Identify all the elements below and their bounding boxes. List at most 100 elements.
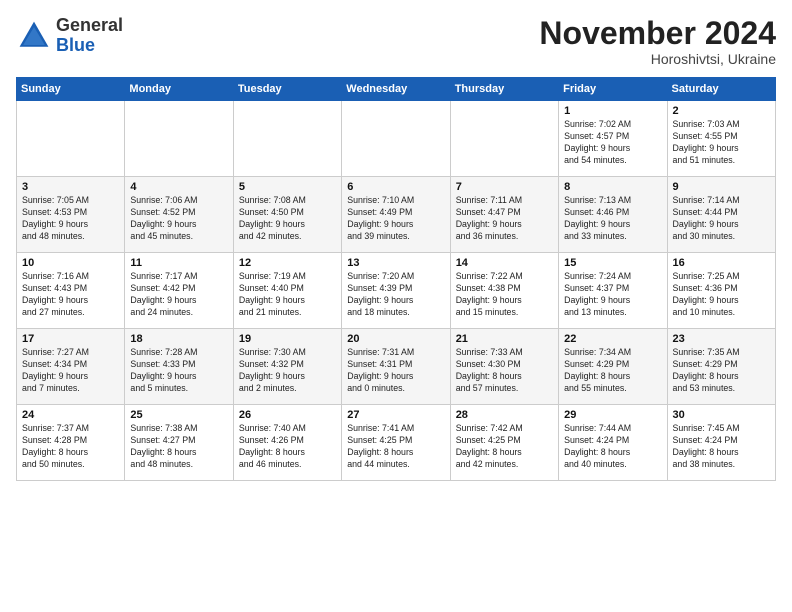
day-number: 27: [347, 409, 444, 421]
day-info: Sunrise: 7:11 AM Sunset: 4:47 PM Dayligh…: [456, 195, 553, 243]
day-info: Sunrise: 7:25 AM Sunset: 4:36 PM Dayligh…: [673, 271, 770, 319]
table-row: 8 Sunrise: 7:13 AM Sunset: 4:46 PM Daylig…: [559, 177, 667, 253]
day-info: Sunrise: 7:05 AM Sunset: 4:53 PM Dayligh…: [22, 195, 119, 243]
day-number: 3: [22, 181, 119, 193]
table-row: [125, 101, 233, 177]
day-info: Sunrise: 7:44 AM Sunset: 4:24 PM Dayligh…: [564, 423, 661, 471]
title-block: November 2024 Horoshivtsi, Ukraine: [539, 16, 776, 67]
day-number: 11: [130, 257, 227, 269]
day-info: Sunrise: 7:13 AM Sunset: 4:46 PM Dayligh…: [564, 195, 661, 243]
table-row: 9Sunrise: 7:14 AM Sunset: 4:44 PM Daylig…: [667, 177, 775, 253]
table-row: 4 Sunrise: 7:06 AM Sunset: 4:52 PM Daylig…: [125, 177, 233, 253]
day-info: Sunrise: 7:24 AM Sunset: 4:37 PM Dayligh…: [564, 271, 661, 319]
calendar-week-5: 24Sunrise: 7:37 AM Sunset: 4:28 PM Dayli…: [17, 405, 776, 481]
day-number: 19: [239, 333, 336, 345]
location: Horoshivtsi, Ukraine: [539, 51, 776, 67]
day-info: Sunrise: 7:28 AM Sunset: 4:33 PM Dayligh…: [130, 347, 227, 395]
day-number: 2: [673, 105, 770, 117]
table-row: 30Sunrise: 7:45 AM Sunset: 4:24 PM Dayli…: [667, 405, 775, 481]
day-info: Sunrise: 7:33 AM Sunset: 4:30 PM Dayligh…: [456, 347, 553, 395]
calendar-week-2: 3 Sunrise: 7:05 AM Sunset: 4:53 PM Daylig…: [17, 177, 776, 253]
day-number: 20: [347, 333, 444, 345]
day-number: 29: [564, 409, 661, 421]
day-number: 1: [564, 105, 661, 117]
table-row: 15Sunrise: 7:24 AM Sunset: 4:37 PM Dayli…: [559, 253, 667, 329]
day-number: 9: [673, 181, 770, 193]
day-number: 4: [130, 181, 227, 193]
day-info: Sunrise: 7:40 AM Sunset: 4:26 PM Dayligh…: [239, 423, 336, 471]
day-info: Sunrise: 7:27 AM Sunset: 4:34 PM Dayligh…: [22, 347, 119, 395]
col-tuesday: Tuesday: [233, 78, 341, 101]
table-row: 14 Sunrise: 7:22 AM Sunset: 4:38 PM Dayli…: [450, 253, 558, 329]
day-number: 21: [456, 333, 553, 345]
logo-icon: [16, 18, 52, 54]
table-row: 17 Sunrise: 7:27 AM Sunset: 4:34 PM Dayli…: [17, 329, 125, 405]
day-number: 5: [239, 181, 336, 193]
calendar-table: Sunday Monday Tuesday Wednesday Thursday…: [16, 77, 776, 481]
day-number: 22: [564, 333, 661, 345]
table-row: 7 Sunrise: 7:11 AM Sunset: 4:47 PM Daylig…: [450, 177, 558, 253]
table-row: 27 Sunrise: 7:41 AM Sunset: 4:25 PM Dayli…: [342, 405, 450, 481]
table-row: 16 Sunrise: 7:25 AM Sunset: 4:36 PM Dayli…: [667, 253, 775, 329]
day-number: 18: [130, 333, 227, 345]
table-row: 3 Sunrise: 7:05 AM Sunset: 4:53 PM Daylig…: [17, 177, 125, 253]
col-monday: Monday: [125, 78, 233, 101]
table-row: 1 Sunrise: 7:02 AM Sunset: 4:57 PM Daylig…: [559, 101, 667, 177]
day-info: Sunrise: 7:20 AM Sunset: 4:39 PM Dayligh…: [347, 271, 444, 319]
table-row: 11 Sunrise: 7:17 AM Sunset: 4:42 PM Dayli…: [125, 253, 233, 329]
table-row: [450, 101, 558, 177]
day-info: Sunrise: 7:17 AM Sunset: 4:42 PM Dayligh…: [130, 271, 227, 319]
day-info: Sunrise: 7:08 AM Sunset: 4:50 PM Dayligh…: [239, 195, 336, 243]
day-info: Sunrise: 7:19 AM Sunset: 4:40 PM Dayligh…: [239, 271, 336, 319]
table-row: 10 Sunrise: 7:16 AM Sunset: 4:43 PM Dayli…: [17, 253, 125, 329]
day-number: 14: [456, 257, 553, 269]
day-info: Sunrise: 7:37 AM Sunset: 4:28 PM Dayligh…: [22, 423, 119, 471]
day-number: 30: [673, 409, 770, 421]
col-friday: Friday: [559, 78, 667, 101]
col-saturday: Saturday: [667, 78, 775, 101]
table-row: 6 Sunrise: 7:10 AM Sunset: 4:49 PM Daylig…: [342, 177, 450, 253]
day-number: 25: [130, 409, 227, 421]
table-row: [233, 101, 341, 177]
month-title: November 2024: [539, 16, 776, 51]
day-number: 17: [22, 333, 119, 345]
day-info: Sunrise: 7:02 AM Sunset: 4:57 PM Dayligh…: [564, 119, 661, 167]
day-info: Sunrise: 7:35 AM Sunset: 4:29 PM Dayligh…: [673, 347, 770, 395]
table-row: 22 Sunrise: 7:34 AM Sunset: 4:29 PM Dayli…: [559, 329, 667, 405]
table-row: 20 Sunrise: 7:31 AM Sunset: 4:31 PM Dayli…: [342, 329, 450, 405]
col-thursday: Thursday: [450, 78, 558, 101]
logo-general-text: General: [56, 15, 123, 35]
table-row: 13Sunrise: 7:20 AM Sunset: 4:39 PM Dayli…: [342, 253, 450, 329]
calendar-header-row: Sunday Monday Tuesday Wednesday Thursday…: [17, 78, 776, 101]
day-number: 23: [673, 333, 770, 345]
table-row: [342, 101, 450, 177]
table-row: 24Sunrise: 7:37 AM Sunset: 4:28 PM Dayli…: [17, 405, 125, 481]
table-row: [17, 101, 125, 177]
table-row: 18 Sunrise: 7:28 AM Sunset: 4:33 PM Dayli…: [125, 329, 233, 405]
calendar-week-4: 17 Sunrise: 7:27 AM Sunset: 4:34 PM Dayli…: [17, 329, 776, 405]
logo-blue-text: Blue: [56, 35, 95, 55]
day-info: Sunrise: 7:10 AM Sunset: 4:49 PM Dayligh…: [347, 195, 444, 243]
header: General Blue November 2024 Horoshivtsi, …: [16, 16, 776, 67]
day-info: Sunrise: 7:22 AM Sunset: 4:38 PM Dayligh…: [456, 271, 553, 319]
day-info: Sunrise: 7:42 AM Sunset: 4:25 PM Dayligh…: [456, 423, 553, 471]
day-info: Sunrise: 7:41 AM Sunset: 4:25 PM Dayligh…: [347, 423, 444, 471]
day-info: Sunrise: 7:06 AM Sunset: 4:52 PM Dayligh…: [130, 195, 227, 243]
day-info: Sunrise: 7:34 AM Sunset: 4:29 PM Dayligh…: [564, 347, 661, 395]
day-number: 26: [239, 409, 336, 421]
day-number: 28: [456, 409, 553, 421]
day-info: Sunrise: 7:16 AM Sunset: 4:43 PM Dayligh…: [22, 271, 119, 319]
page: General Blue November 2024 Horoshivtsi, …: [0, 0, 792, 612]
day-number: 6: [347, 181, 444, 193]
day-number: 8: [564, 181, 661, 193]
day-number: 16: [673, 257, 770, 269]
col-wednesday: Wednesday: [342, 78, 450, 101]
day-info: Sunrise: 7:30 AM Sunset: 4:32 PM Dayligh…: [239, 347, 336, 395]
table-row: 23 Sunrise: 7:35 AM Sunset: 4:29 PM Dayli…: [667, 329, 775, 405]
day-info: Sunrise: 7:31 AM Sunset: 4:31 PM Dayligh…: [347, 347, 444, 395]
day-info: Sunrise: 7:03 AM Sunset: 4:55 PM Dayligh…: [673, 119, 770, 167]
day-number: 10: [22, 257, 119, 269]
day-number: 7: [456, 181, 553, 193]
calendar-week-3: 10 Sunrise: 7:16 AM Sunset: 4:43 PM Dayli…: [17, 253, 776, 329]
table-row: 26 Sunrise: 7:40 AM Sunset: 4:26 PM Dayli…: [233, 405, 341, 481]
